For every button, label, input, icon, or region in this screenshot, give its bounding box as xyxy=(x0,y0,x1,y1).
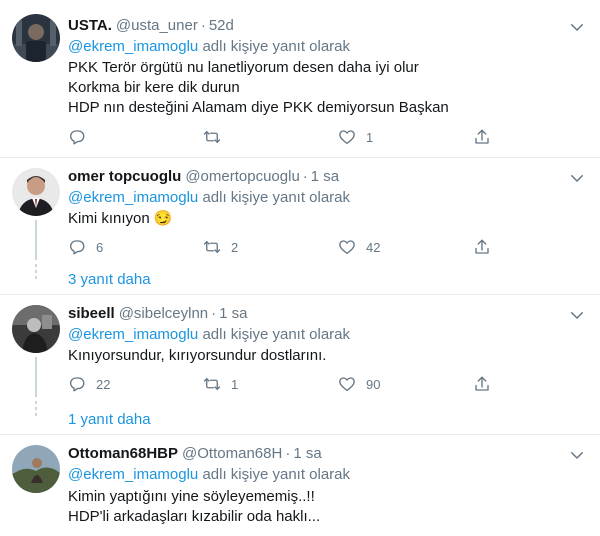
user-handle[interactable]: @omertopcuoglu xyxy=(185,168,299,185)
thread-ellipsis xyxy=(35,264,37,282)
separator-dot: · xyxy=(200,17,206,34)
tweet-header: USTA. @usta_uner · 52d xyxy=(68,16,560,36)
reply-count: 6 xyxy=(96,239,104,255)
retweet-icon xyxy=(203,128,221,146)
retweet-count: 2 xyxy=(231,239,239,255)
avatar[interactable] xyxy=(12,305,60,353)
show-more-replies-link[interactable]: 3 yanıt daha xyxy=(68,270,151,290)
retweet-button[interactable] xyxy=(203,127,231,147)
display-name[interactable]: omer topcuoglu xyxy=(68,168,181,185)
chevron-down-icon[interactable] xyxy=(568,446,586,464)
replying-to-suffix: adlı kişiye yanıt olarak xyxy=(198,466,351,483)
reply-icon xyxy=(68,375,86,393)
avatar[interactable] xyxy=(12,445,60,493)
retweet-icon xyxy=(203,375,221,393)
tweet-actions: 1 xyxy=(68,127,508,147)
display-name[interactable]: USTA. xyxy=(68,17,112,34)
like-icon xyxy=(338,238,356,256)
like-icon xyxy=(338,375,356,393)
retweet-button[interactable]: 2 xyxy=(203,237,238,257)
chevron-down-icon[interactable] xyxy=(568,18,586,36)
retweet-icon xyxy=(203,238,221,256)
separator-dot: · xyxy=(211,305,217,322)
share-button[interactable] xyxy=(473,127,491,147)
reply-button[interactable] xyxy=(68,127,96,147)
mention-link[interactable]: @ekrem_imamoglu xyxy=(68,326,198,343)
display-name[interactable]: sibeell xyxy=(68,305,115,322)
avatar[interactable] xyxy=(12,168,60,216)
thread-line xyxy=(35,220,37,260)
tweet-header: omer topcuoglu @omertopcuoglu · 1 sa xyxy=(68,167,560,187)
mention-link[interactable]: @ekrem_imamoglu xyxy=(68,466,198,483)
avatar-photo xyxy=(12,305,60,353)
replying-to-suffix: adlı kişiye yanıt olarak xyxy=(198,38,351,55)
display-name[interactable]: Ottoman68HBP xyxy=(68,445,178,462)
tweet-text-line: Korkma bir kere dik durun xyxy=(68,79,240,96)
like-count: 1 xyxy=(366,129,374,145)
like-count: 90 xyxy=(366,376,381,392)
retweet-button[interactable]: 1 xyxy=(203,374,238,394)
avatar-photo xyxy=(12,14,60,62)
tweet-text-line: Kimin yaptığını yine söyleyememiş..!! xyxy=(68,488,315,505)
reply-button[interactable]: 22 xyxy=(68,374,110,394)
share-icon xyxy=(473,238,491,256)
like-button[interactable]: 1 xyxy=(338,127,373,147)
avatar[interactable] xyxy=(12,14,60,62)
replying-to: @ekrem_imamoglu adlı kişiye yanıt olarak xyxy=(68,325,350,345)
tweet-text-line: PKK Terör örgütü nu lanetliyorum desen d… xyxy=(68,59,419,76)
tweet-text-line: Kimi kınıyon 😏 xyxy=(68,210,173,227)
tweet[interactable]: USTA. @usta_uner · 52d @ekrem_imamoglu adlı… xyxy=(0,0,600,158)
tweet-header: sibeell @sibelceylnn · 1 sa xyxy=(68,304,560,324)
tweet[interactable]: omer topcuoglu @omertopcuoglu · 1 sa @ekrem… xyxy=(0,158,600,295)
reply-button[interactable]: 6 xyxy=(68,237,103,257)
show-more-replies-link[interactable]: 1 yanıt daha xyxy=(68,410,151,430)
tweet-actions: 22 1 90 xyxy=(68,374,508,394)
reply-count: 22 xyxy=(96,376,111,392)
tweet-text-line: Kınıyorsundur, kırıyorsundur dostlarını. xyxy=(68,347,327,364)
replying-to-suffix: adlı kişiye yanıt olarak xyxy=(198,326,351,343)
tweet-actions: 6 2 42 xyxy=(68,237,508,257)
chevron-down-icon[interactable] xyxy=(568,169,586,187)
user-handle[interactable]: @usta_uner xyxy=(116,17,198,34)
like-icon xyxy=(338,128,356,146)
share-button[interactable] xyxy=(473,237,491,257)
tweet-text-line: HDP nın desteğini Alamam diye PKK demiyo… xyxy=(68,99,449,116)
timestamp[interactable]: 1 sa xyxy=(219,305,247,322)
replying-to: @ekrem_imamoglu adlı kişiye yanıt olarak xyxy=(68,188,350,208)
tweet-header: Ottoman68HBP @Ottoman68H · 1 sa xyxy=(68,444,560,464)
chevron-down-icon[interactable] xyxy=(568,306,586,324)
mention-link[interactable]: @ekrem_imamoglu xyxy=(68,38,198,55)
like-count: 42 xyxy=(366,239,381,255)
timestamp[interactable]: 1 sa xyxy=(293,445,321,462)
replying-to: @ekrem_imamoglu adlı kişiye yanıt olarak xyxy=(68,37,350,57)
timestamp[interactable]: 1 sa xyxy=(311,168,339,185)
timestamp[interactable]: 52d xyxy=(209,17,234,34)
share-icon xyxy=(473,128,491,146)
avatar-photo xyxy=(12,168,60,216)
user-handle[interactable]: @sibelceylnn xyxy=(119,305,208,322)
mention-link[interactable]: @ekrem_imamoglu xyxy=(68,189,198,206)
avatar-photo xyxy=(12,445,60,493)
reply-icon xyxy=(68,238,86,256)
user-handle[interactable]: @Ottoman68H xyxy=(182,445,282,462)
share-icon xyxy=(473,375,491,393)
separator-dot: · xyxy=(302,168,308,185)
share-button[interactable] xyxy=(473,374,491,394)
tweet-text-line: HDP'li arkadaşları kızabilir oda haklı..… xyxy=(68,508,321,525)
tweet[interactable]: Ottoman68HBP @Ottoman68H · 1 sa @ekrem_imam… xyxy=(0,435,600,536)
replying-to-suffix: adlı kişiye yanıt olarak xyxy=(198,189,351,206)
thread-line xyxy=(35,357,37,397)
like-button[interactable]: 42 xyxy=(338,237,380,257)
thread-ellipsis xyxy=(35,401,37,419)
like-button[interactable]: 90 xyxy=(338,374,380,394)
tweet[interactable]: sibeell @sibelceylnn · 1 sa @ekrem_imamoglu… xyxy=(0,295,600,432)
replying-to: @ekrem_imamoglu adlı kişiye yanıt olarak xyxy=(68,465,350,485)
retweet-count: 1 xyxy=(231,376,239,392)
separator-dot: · xyxy=(285,445,291,462)
reply-icon xyxy=(68,128,86,146)
